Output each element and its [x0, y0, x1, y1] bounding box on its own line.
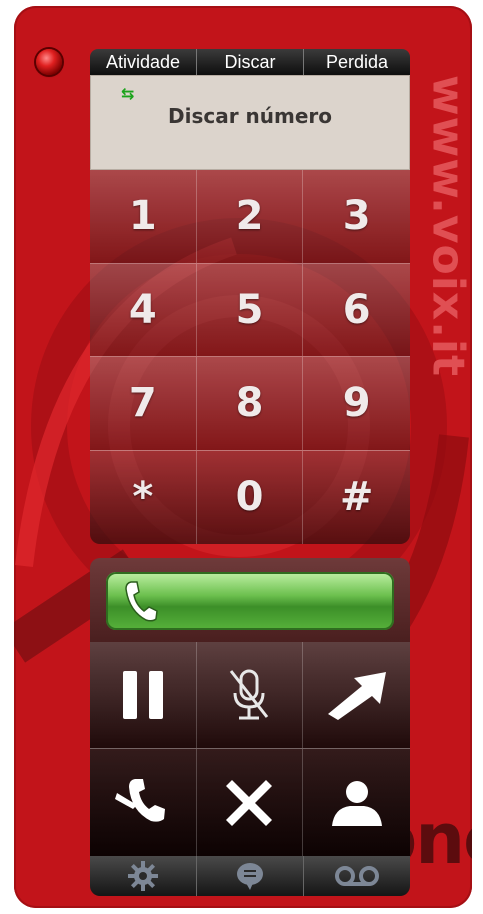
pause-button[interactable]	[90, 642, 197, 749]
call-button[interactable]	[106, 572, 394, 630]
mute-button[interactable]	[196, 642, 304, 749]
key-7[interactable]: 7	[90, 357, 197, 451]
display-title: Discar número	[167, 104, 333, 128]
transfer-arrow-icon	[327, 672, 386, 720]
key-9[interactable]: 9	[303, 357, 410, 451]
settings-button[interactable]	[90, 856, 197, 896]
transfer-button[interactable]	[303, 642, 410, 749]
key-6[interactable]: 6	[303, 263, 410, 357]
transfer-arrows-icon: ⇆	[121, 84, 135, 103]
hangup-button[interactable]	[90, 749, 197, 856]
voicemail-button[interactable]	[304, 856, 410, 896]
key-0[interactable]: 0	[196, 450, 304, 544]
key-8[interactable]: 8	[196, 357, 304, 451]
bottom-toolbar	[90, 856, 410, 896]
brand-url: www.voix.it	[422, 74, 473, 378]
gear-icon	[128, 861, 158, 891]
tab-bar: Atividade Discar Perdida	[90, 49, 410, 75]
number-display[interactable]: ⇆ Discar número	[90, 75, 410, 170]
call-area	[90, 558, 410, 642]
key-2[interactable]: 2	[196, 170, 304, 264]
key-star[interactable]: *	[90, 450, 197, 544]
tab-perdida[interactable]: Perdida	[304, 49, 410, 75]
tab-atividade[interactable]: Atividade	[90, 49, 197, 75]
action-grid	[90, 642, 410, 856]
phone-handset-icon	[125, 581, 158, 622]
key-hash[interactable]: #	[303, 450, 410, 544]
key-3[interactable]: 3	[303, 170, 410, 264]
key-5[interactable]: 5	[196, 263, 304, 357]
cancel-button[interactable]	[196, 749, 304, 856]
tab-discar[interactable]: Discar	[197, 49, 304, 75]
mute-mic-icon	[230, 669, 269, 720]
keypad: 1 2 3 4 5 6 7 8 9 * 0 #	[90, 170, 410, 544]
softphone-window: www.voix.it Phone Atividade Discar Perdi…	[14, 6, 472, 908]
key-4[interactable]: 4	[90, 263, 197, 357]
close-x-icon	[226, 779, 273, 826]
status-led	[36, 49, 62, 75]
hangup-handset-icon	[114, 778, 165, 822]
contact-person-icon	[331, 780, 382, 826]
pause-icon	[122, 671, 163, 719]
contacts-button[interactable]	[303, 749, 410, 856]
key-1[interactable]: 1	[90, 170, 197, 264]
chat-bubble-icon	[237, 863, 263, 890]
voicemail-icon	[335, 866, 379, 886]
brand-vertical-text: www.voix.it	[420, 46, 473, 406]
chat-button[interactable]	[197, 856, 304, 896]
